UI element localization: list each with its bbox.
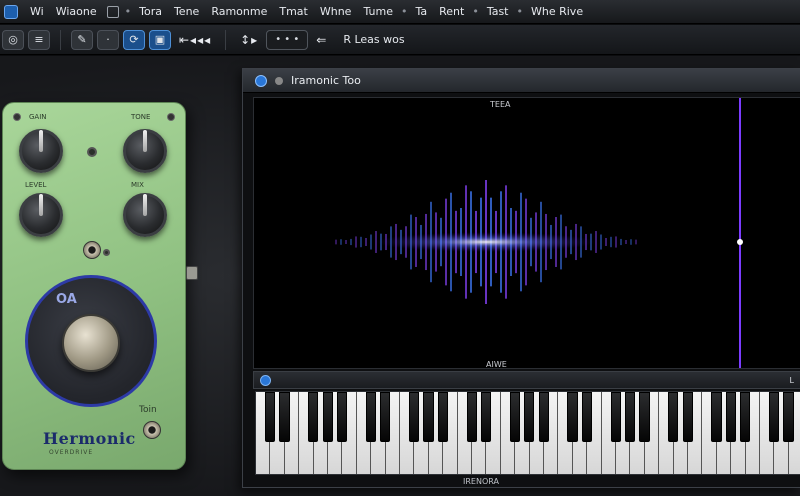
effects-pedal: GAIN TONE LEVEL MIX OA Toin Hermonic OVE… xyxy=(2,102,186,470)
piano-black-key[interactable] xyxy=(380,392,391,442)
menu-item-7[interactable]: Ta xyxy=(409,5,433,18)
footswitch-button[interactable] xyxy=(62,314,120,372)
menu-bar: Wi Wiaone • Tora Tene Ramonme Tmat Whne … xyxy=(0,0,800,24)
piano-black-key[interactable] xyxy=(322,392,333,442)
piano-black-key[interactable] xyxy=(336,392,348,442)
tone-knob[interactable] xyxy=(123,129,167,173)
piano-black-key[interactable] xyxy=(668,392,679,442)
menu-separator: • xyxy=(400,5,408,18)
piano-black-key[interactable] xyxy=(610,392,621,442)
keyboard-logo-icon[interactable] xyxy=(260,374,271,386)
knob-label-tone: TONE xyxy=(131,113,151,121)
footswitch-ring: OA xyxy=(25,275,157,407)
piano-black-key[interactable] xyxy=(624,392,636,442)
keyboard-footer-label: IRENORA xyxy=(463,477,499,486)
piano-black-key[interactable] xyxy=(524,392,535,442)
piano-black-key[interactable] xyxy=(264,392,276,442)
menu-item-10[interactable]: Whe Rive xyxy=(525,5,589,18)
toolbar: ◎ ≡ ✎ · ⟳ ▣ ⇤◂◂◂ ↕▸ • • • ⇐ R Leas wos xyxy=(0,25,800,55)
piano-black-key[interactable] xyxy=(567,392,578,442)
piano-keyboard[interactable] xyxy=(255,391,800,475)
keyboard-header: L xyxy=(253,371,800,389)
piano-black-key[interactable] xyxy=(437,392,449,442)
screw-icon xyxy=(13,113,21,121)
screw-icon xyxy=(167,113,175,121)
menu-item-3[interactable]: Ramonme xyxy=(205,5,273,18)
window-icon[interactable] xyxy=(106,5,119,18)
back-arrow-icon[interactable]: ⇐ xyxy=(312,33,331,47)
menu-item-0[interactable]: Wiaone xyxy=(50,5,103,18)
piano-black-key[interactable] xyxy=(365,392,377,442)
piano-black-key[interactable] xyxy=(509,392,521,442)
piano-black-key[interactable] xyxy=(581,392,593,442)
piano-black-key[interactable] xyxy=(725,392,737,442)
position-field[interactable]: • • • xyxy=(266,29,309,50)
footswitch-label: OA xyxy=(56,292,77,307)
plugin-title: Iramonic Too xyxy=(291,74,361,87)
waveform-display[interactable]: TEEA AIWE xyxy=(253,97,800,369)
menu-item-4[interactable]: Tmat xyxy=(273,5,314,18)
piano-black-key[interactable] xyxy=(423,392,434,442)
level-knob[interactable] xyxy=(19,193,63,237)
menu-item-6[interactable]: Tume xyxy=(357,5,399,18)
record-button[interactable]: ◎ xyxy=(2,29,24,50)
mix-knob[interactable] xyxy=(123,193,167,237)
rewind-arrows-icon[interactable]: ⇤◂◂◂ xyxy=(175,33,215,47)
display-bottom-label: AIWE xyxy=(486,360,507,369)
piano-black-key[interactable] xyxy=(639,392,650,442)
menu-item-app[interactable]: Wi xyxy=(24,5,50,18)
piano-black-key[interactable] xyxy=(682,392,693,442)
display-top-label: TEEA xyxy=(490,100,511,109)
waveform-graphic xyxy=(254,98,800,368)
pen-tool-button[interactable]: ✎ xyxy=(71,29,93,50)
menu-separator: • xyxy=(516,5,524,18)
piano-black-key[interactable] xyxy=(538,392,549,442)
pedal-brand: Hermonic xyxy=(43,429,136,448)
plugin-window: Iramonic Too TEEA AIWE L IRENORA xyxy=(242,68,800,488)
loop-button[interactable]: ⟳ xyxy=(123,29,145,50)
playhead-dot xyxy=(737,239,743,245)
menu-item-9[interactable]: Tast xyxy=(481,5,515,18)
menu-item-5[interactable]: Whne xyxy=(314,5,358,18)
output-label: Toin xyxy=(139,405,157,415)
output-jack-icon[interactable] xyxy=(143,421,161,439)
piano-black-key[interactable] xyxy=(711,392,722,442)
piano-black-key[interactable] xyxy=(480,392,492,442)
status-led-icon xyxy=(87,147,97,157)
side-jack-icon[interactable] xyxy=(186,266,198,280)
tempo-label: R Leas wos xyxy=(343,33,405,46)
menu-separator: • xyxy=(472,5,479,18)
knob-label-mix: MIX xyxy=(131,181,144,189)
cursor-tool-icon[interactable]: ↕▸ xyxy=(236,33,262,47)
toolbar-divider xyxy=(225,29,227,50)
input-jack-icon[interactable] xyxy=(83,241,101,259)
gain-knob[interactable] xyxy=(19,129,63,173)
menu-separator: • xyxy=(124,5,132,18)
knob-label-level: LEVEL xyxy=(25,181,47,189)
piano-black-key[interactable] xyxy=(740,392,751,442)
piano-black-key[interactable] xyxy=(308,392,319,442)
list-button[interactable]: ≡ xyxy=(28,29,50,50)
small-led-icon xyxy=(103,249,110,256)
pedal-subtitle: OVERDRIVE xyxy=(49,449,94,456)
menu-item-2[interactable]: Tene xyxy=(168,5,205,18)
piano-black-key[interactable] xyxy=(408,392,420,442)
menu-item-8[interactable]: Rent xyxy=(433,5,470,18)
menu-item-1[interactable]: Tora xyxy=(133,5,168,18)
piano-black-key[interactable] xyxy=(279,392,290,442)
knob-label-gain: GAIN xyxy=(29,113,47,121)
plugin-logo-icon xyxy=(255,74,267,87)
toolbar-divider xyxy=(60,29,61,50)
piano-black-key[interactable] xyxy=(783,392,794,442)
window-dot-icon[interactable] xyxy=(275,76,283,85)
dot-button[interactable]: · xyxy=(97,29,119,50)
app-logo-icon[interactable] xyxy=(4,4,18,19)
piano-black-key[interactable] xyxy=(466,392,477,442)
monitor-button[interactable]: ▣ xyxy=(149,29,171,50)
keyboard-header-label: L xyxy=(789,375,794,385)
piano-black-key[interactable] xyxy=(768,392,780,442)
plugin-titlebar[interactable]: Iramonic Too xyxy=(243,69,800,93)
